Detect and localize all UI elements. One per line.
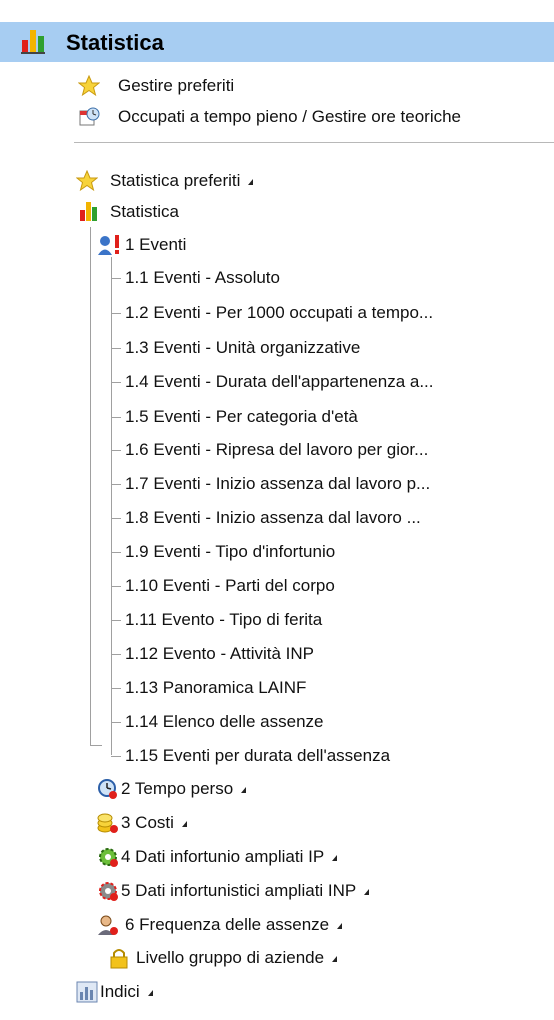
dropdown-arrow-icon[interactable] (364, 888, 370, 895)
calendar-clock-icon (79, 107, 100, 126)
coins-icon (97, 813, 118, 833)
tree-line (90, 227, 91, 745)
star-icon (78, 75, 100, 97)
dropdown-arrow-icon[interactable] (337, 922, 343, 929)
page-title: Statistica (66, 30, 164, 55)
tree-item-indices-label: Indici (100, 982, 140, 1001)
tree-line (90, 745, 102, 746)
tree-item-lost-time-label: 2 Tempo perso (121, 779, 234, 798)
person-alert-icon (98, 235, 119, 255)
manage-favorites-label: Gestire preferiti (118, 76, 235, 95)
tree-item-statistica-label: Statistica (110, 202, 179, 221)
fulltime-hours-label: Occupati a tempo pieno / Gestire ore teo… (118, 107, 462, 126)
tree-item-favorites-label: Statistica preferiti (110, 171, 241, 190)
dropdown-arrow-icon[interactable] (241, 786, 247, 793)
gears-icon (99, 882, 118, 901)
divider (74, 142, 554, 143)
gears-icon (99, 848, 118, 867)
person-icon (98, 915, 118, 935)
star-icon (76, 170, 98, 192)
bar-chart-icon (80, 202, 97, 221)
dropdown-arrow-icon[interactable] (332, 955, 338, 962)
bar-chart-icon (21, 30, 45, 54)
tree-item-inp-data-label: 5 Dati infortunistici ampliati INP (121, 881, 357, 900)
tree-item-absence-freq-label: 6 Frequenza delle assenze (125, 915, 330, 934)
tree-item-company-group-label: Livello gruppo di aziende (136, 948, 325, 967)
grid-chart-icon (76, 981, 98, 1003)
dropdown-arrow-icon[interactable] (147, 989, 153, 996)
dropdown-arrow-icon[interactable] (248, 178, 254, 185)
tree-item-events-label: 1 Eventi (125, 235, 187, 254)
clock-icon (98, 779, 117, 799)
tree-item-ip-data-label: 4 Dati infortunio ampliati IP (121, 847, 325, 866)
dropdown-arrow-icon[interactable] (332, 854, 338, 861)
dropdown-arrow-icon[interactable] (181, 820, 187, 827)
lock-icon (110, 949, 128, 969)
tree-item-costs-label: 3 Costi (121, 813, 174, 832)
tree-line (111, 257, 112, 755)
